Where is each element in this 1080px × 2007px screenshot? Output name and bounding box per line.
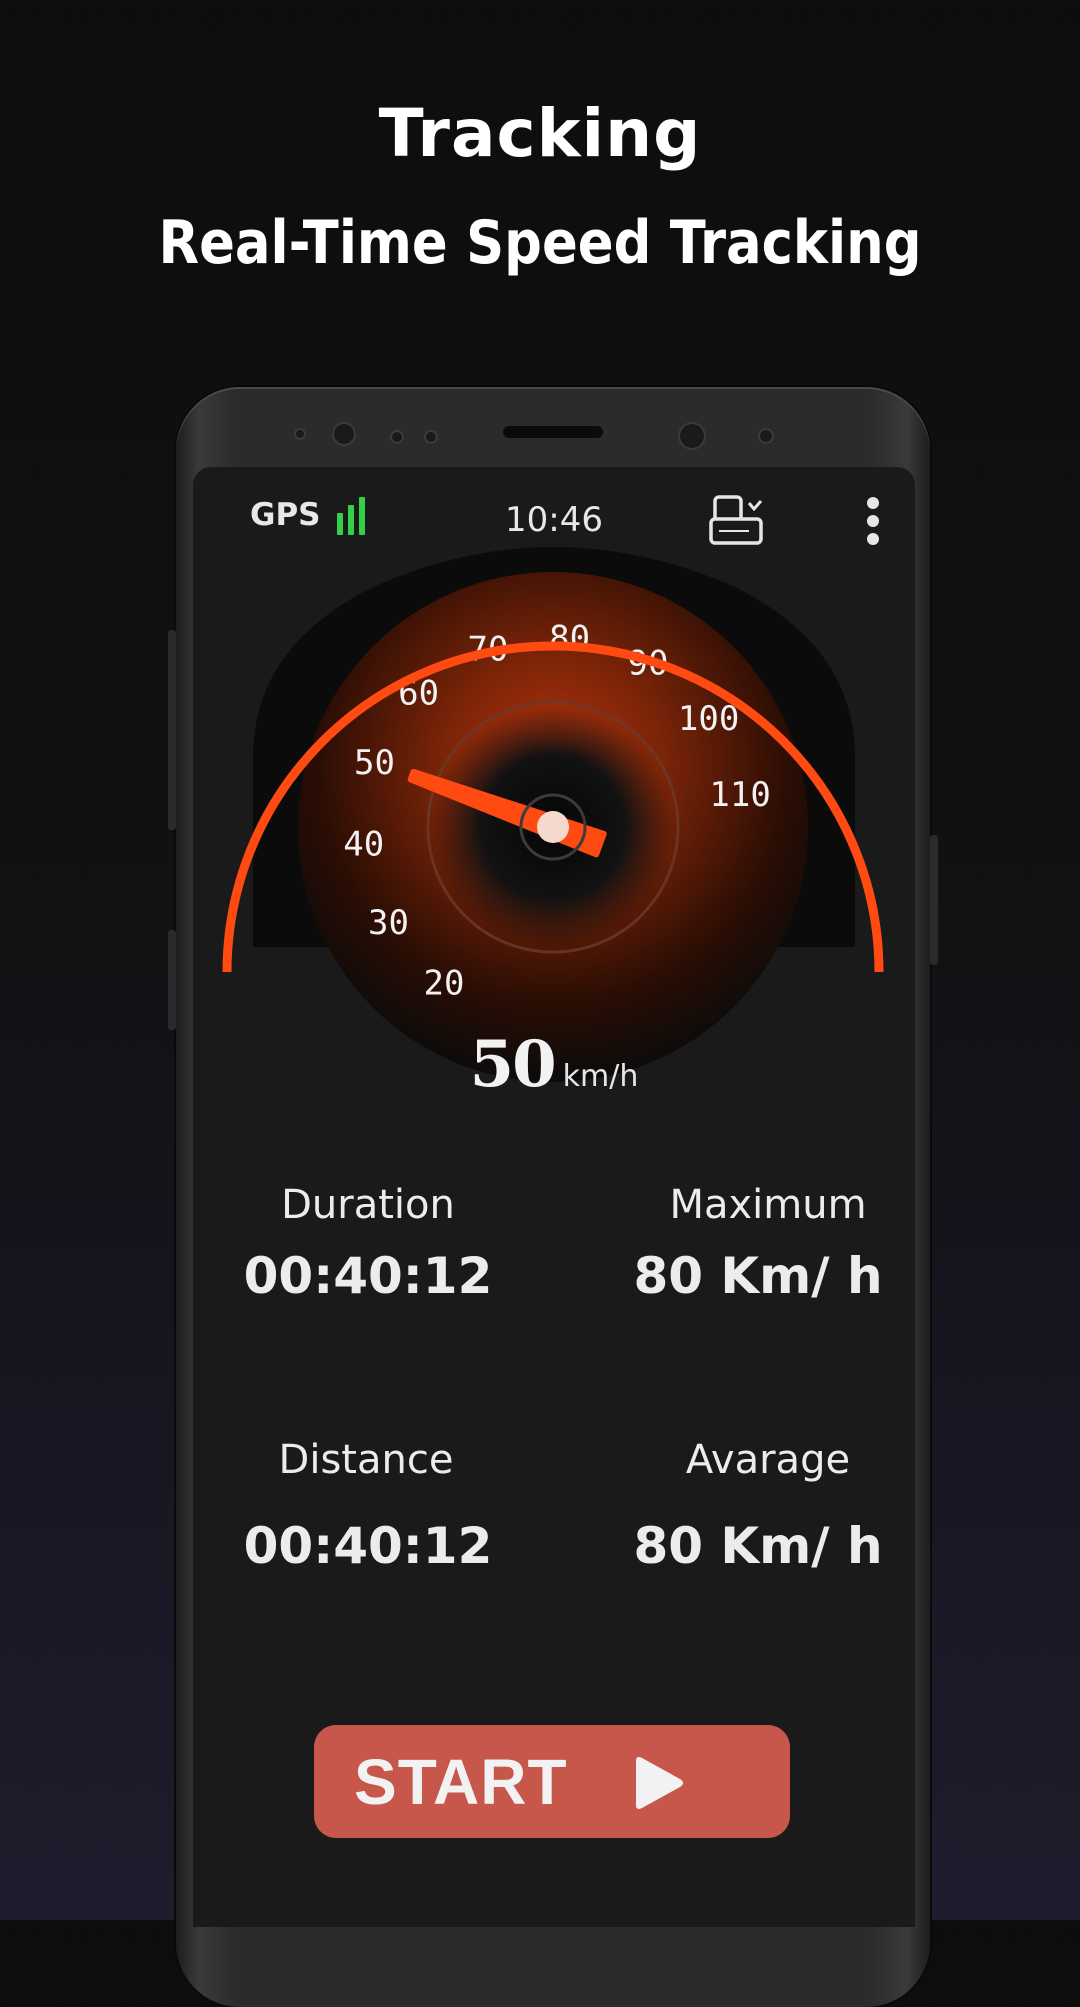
distance-value: 00:40:12 (243, 1517, 493, 1575)
duration-label: Duration (281, 1182, 455, 1228)
earpiece-speaker (503, 426, 603, 438)
average-label: Avarage (685, 1437, 851, 1483)
volume-button (168, 630, 176, 830)
tick-label: 80 (549, 619, 590, 659)
iris-sensor (332, 422, 356, 446)
distance-label: Distance (278, 1437, 454, 1483)
tick-label: 20 (424, 964, 465, 1004)
tick-label: 50 (354, 743, 395, 783)
sensor-dot (390, 430, 404, 444)
duration-value: 00:40:12 (243, 1247, 493, 1305)
speed-value: 50 (469, 1027, 557, 1102)
speedometer-gauge: 203040506070 8090100110 (222, 547, 884, 1082)
play-icon (636, 1757, 683, 1809)
speed-unit: km/h (562, 1059, 639, 1094)
start-button[interactable]: START (314, 1725, 790, 1838)
tick-label: 30 (368, 903, 409, 943)
tick-label: 110 (709, 775, 770, 815)
start-label: START (354, 1746, 568, 1818)
maximum-label: Maximum (669, 1182, 867, 1228)
maximum-value: 80 Km/ h (633, 1247, 883, 1305)
app-screen: GPS 10:46 20 30 40 50 60 70 80 90 100 11… (193, 467, 915, 1927)
average-value: 80 Km/ h (633, 1517, 883, 1575)
page-title: Tracking (378, 95, 702, 172)
needle-hub (537, 811, 569, 843)
page-subtitle: Real-Time Speed Tracking (158, 208, 922, 278)
tick-label: 100 (678, 699, 739, 739)
sensor-dot (294, 428, 306, 440)
sensor-dot (758, 428, 774, 444)
power-button (930, 835, 938, 965)
tick-label: 40 (343, 825, 384, 865)
sensor-dot (424, 430, 438, 444)
bixby-button (168, 930, 176, 1030)
front-camera (678, 422, 706, 450)
current-speed: 50 km/h (193, 1027, 915, 1102)
